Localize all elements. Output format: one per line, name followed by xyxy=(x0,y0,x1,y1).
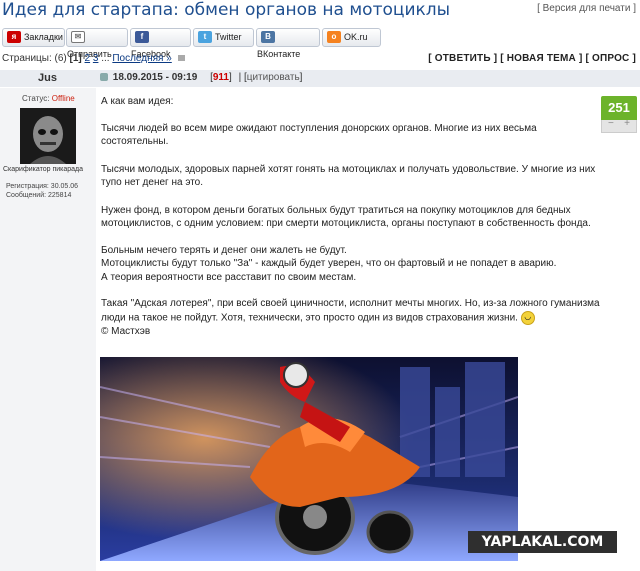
pages-label: Страницы: (6) xyxy=(2,53,67,64)
motorcycle-image xyxy=(100,357,518,561)
post-date: 18.09.2015 - 09:19 xyxy=(112,72,198,83)
status-value: Offline xyxy=(51,94,75,103)
bookmarks-label: Закладки xyxy=(24,32,63,42)
post-line: Тысячи людей во всем мире ожидают поступ… xyxy=(101,122,537,148)
registration-date: Регистрация: 30.05.06 xyxy=(6,183,79,190)
rating-widget: 251 − + xyxy=(601,96,637,134)
post-body: А как вам идея: Тысячи людей во всем мир… xyxy=(101,95,601,338)
post-number-link[interactable]: 911 xyxy=(213,72,229,83)
okru-button[interactable]: о OK.ru xyxy=(322,28,381,47)
pager-ellipsis: ... xyxy=(101,53,110,64)
rating-controls: − + xyxy=(601,118,637,133)
post-line: Больным нечего терять и денег они жалеть… xyxy=(101,244,347,256)
minus-icon[interactable]: − xyxy=(608,118,614,129)
jump-icon[interactable] xyxy=(177,55,185,62)
page-3-link[interactable]: 3 xyxy=(93,53,99,64)
post-meta: 18.09.2015 - 09:19 [911] | [цитировать] xyxy=(100,72,302,83)
site-watermark: YAPLAKAL.COM xyxy=(468,531,617,553)
vk-icon: B xyxy=(261,31,275,43)
new-topic-button[interactable]: [ НОВАЯ ТЕМА ] xyxy=(500,53,582,64)
post-line: А теория вероятности все расставит по св… xyxy=(101,271,357,283)
message-count: Сообщений: 225814 xyxy=(6,192,72,199)
reply-button[interactable]: [ ОТВЕТИТЬ ] xyxy=(428,53,497,64)
post-line: © Мастхэв xyxy=(101,325,151,337)
plus-icon[interactable]: + xyxy=(624,118,630,129)
post-line: Тысячи молодых, здоровых парней хотят го… xyxy=(101,163,596,189)
facebook-button[interactable]: fFacebook xyxy=(130,28,191,59)
post-line: Нужен фонд, в котором деньги богатых бол… xyxy=(101,204,591,230)
post-line: Мотоциклисты будут только "За" - каждый … xyxy=(101,258,557,269)
bookmarks-button[interactable]: я Закладки xyxy=(2,28,65,47)
last-page-link[interactable]: Последняя » xyxy=(112,53,171,64)
send-button[interactable]: ✉Отправить xyxy=(66,28,128,59)
post-line: А как вам идея: xyxy=(101,96,174,107)
twitter-icon: t xyxy=(198,31,212,43)
facebook-icon: f xyxy=(135,31,149,43)
author-status: Статус: Offline xyxy=(22,94,75,103)
post-header xyxy=(0,70,640,87)
vkontakte-button[interactable]: B ВКонтакте xyxy=(256,28,320,59)
page-2-link[interactable]: 2 xyxy=(85,53,91,64)
post-image[interactable] xyxy=(100,357,518,561)
topic-actions: [ ОТВЕТИТЬ ] [ НОВАЯ ТЕМА ] [ ОПРОС ] xyxy=(428,53,636,64)
page-title: Идея для стартапа: обмен органов на мото… xyxy=(2,0,451,20)
smiley-icon: ◡ xyxy=(520,310,535,325)
print-version-link[interactable]: [ Версия для печати ] xyxy=(537,3,636,14)
vkontakte-label: ВКонтакте xyxy=(257,49,301,59)
poll-button[interactable]: [ ОПРОС ] xyxy=(585,53,636,64)
twitter-button[interactable]: t Twitter xyxy=(193,28,254,47)
twitter-label: Twitter xyxy=(215,32,242,42)
yandex-bookmarks-icon: я xyxy=(7,31,21,43)
share-bar: я Закладки ✉Отправить fFacebook t Twitter … xyxy=(0,26,640,59)
rating-score: 251 xyxy=(601,96,637,120)
okru-label: OK.ru xyxy=(344,32,368,42)
author-name[interactable]: Jus xyxy=(38,72,57,84)
status-label: Статус: xyxy=(22,94,50,103)
odnoklassniki-icon: о xyxy=(327,31,341,43)
author-info: Регистрация: 30.05.06 Сообщений: 225814 xyxy=(6,182,78,200)
avatar-image xyxy=(20,108,76,164)
author-rank: Скарификатор пикарада xyxy=(3,166,84,173)
quote-link[interactable]: цитировать xyxy=(247,72,300,83)
envelope-icon: ✉ xyxy=(71,31,85,43)
post-icon xyxy=(100,73,108,82)
pagination: Страницы: (6) [1] 2 3 ... Последняя » xyxy=(2,53,185,64)
current-page: [1] xyxy=(69,53,82,64)
post-paragraph: Такая "Адская лотерея", при всей своей ц… xyxy=(101,297,601,325)
avatar[interactable] xyxy=(20,108,76,164)
print-link-text[interactable]: [ Версия для печати ] xyxy=(537,3,636,14)
